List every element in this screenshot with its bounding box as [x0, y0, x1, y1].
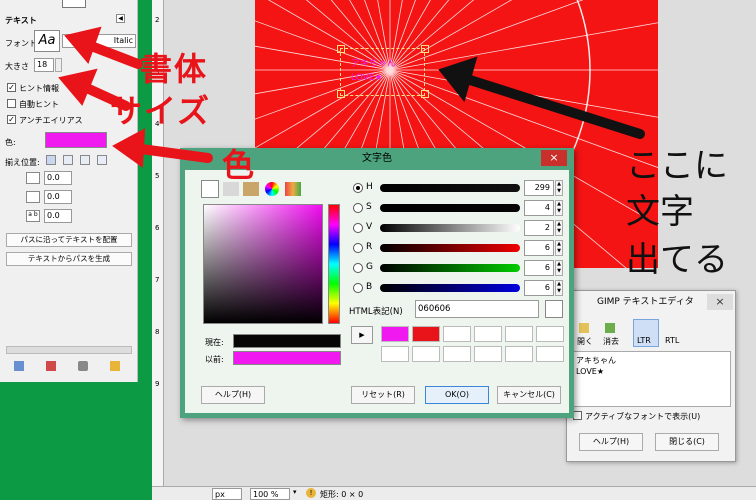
- annotation-font: 書体: [140, 50, 209, 88]
- annotation-here1: ここに: [626, 146, 728, 186]
- annotation-color: 色: [222, 146, 257, 184]
- annotation-size: サイズ: [110, 92, 212, 130]
- annotation-here2: 文字: [626, 192, 694, 232]
- annotation-here3: 出てる: [626, 240, 728, 280]
